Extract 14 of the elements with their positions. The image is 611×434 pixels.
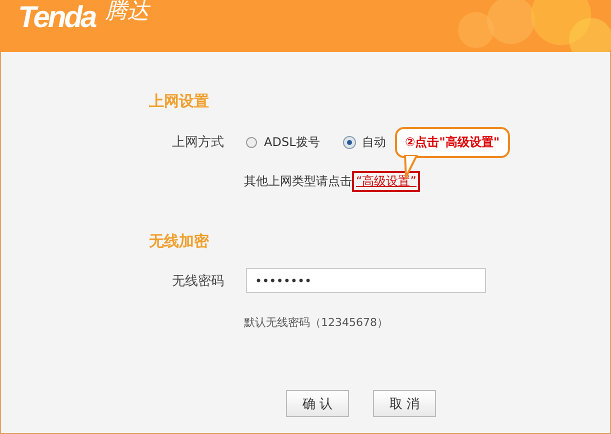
section-heading: 无线加密: [149, 232, 210, 251]
section-heading: 上网设置: [149, 92, 210, 111]
radio-option[interactable]: ADSL拨号: [246, 134, 320, 150]
radio-icon[interactable]: [246, 136, 257, 148]
password-field[interactable]: ••••••••: [246, 268, 486, 293]
dialog-button[interactable]: 确 认: [286, 390, 349, 417]
logo-text: 腾达: [105, 0, 150, 24]
radio-option[interactable]: 自动: [344, 134, 386, 150]
logo: Tenda: [18, 2, 96, 34]
hint-text: 默认无线密码（12345678）: [244, 315, 389, 330]
field-label: 无线密码: [171, 272, 224, 290]
dialog-button[interactable]: 取 消: [373, 390, 436, 417]
hint-text: 其他上网类型请点击: [244, 173, 352, 190]
field-label: 上网方式: [171, 134, 224, 151]
